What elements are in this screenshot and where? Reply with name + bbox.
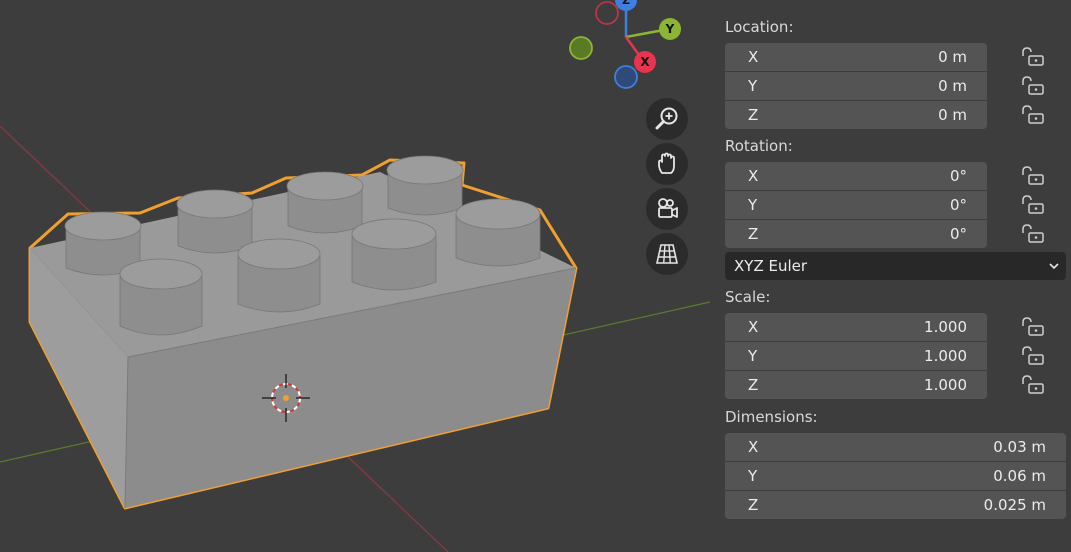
axis-label: X [748,167,759,185]
zoom-icon [655,107,678,130]
dimensions-z-field[interactable]: Z 0.025 m [725,491,1066,519]
axis-label: X [748,438,759,456]
hand-pan-icon [658,152,675,174]
axis-label: X [748,48,759,66]
field-value: 0.025 m [983,496,1046,514]
field-value: 0.03 m [993,438,1046,456]
lock-icon[interactable] [1020,375,1046,395]
rotation-mode-dropdown[interactable]: XYZ Euler [725,252,1066,280]
zoom-button[interactable] [646,98,688,140]
lock-icon[interactable] [1020,224,1046,244]
lock-icon[interactable] [1020,76,1046,96]
axis-label: Y [748,347,758,365]
lock-icon[interactable] [1020,47,1046,67]
pan-button[interactable] [646,143,688,185]
axis-label: Y [748,77,758,95]
rotation-x-field[interactable]: X 0° [725,162,987,190]
lock-icon[interactable] [1020,166,1046,186]
field-value: 0 m [938,106,967,124]
dimensions-label: Dimensions: [725,408,818,426]
scale-y-field[interactable]: Y 1.000 [725,342,987,370]
field-value: 0° [949,167,967,185]
viewport-canvas[interactable]: Z Y X [0,0,710,552]
axis-label: Y [748,196,758,214]
scale-x-field[interactable]: X 1.000 [725,313,987,341]
lock-icon[interactable] [1020,346,1046,366]
gizmo-neg-z-handle[interactable] [614,65,638,89]
gizmo-y-label: Y [665,22,675,36]
location-z-field[interactable]: Z 0 m [725,101,987,129]
field-value: 1.000 [924,318,967,336]
axis-label: Z [748,225,759,243]
transform-panel: Location: X 0 m Y 0 m Z 0 m Rotation: X … [710,0,1071,552]
gizmo-neg-y-handle[interactable] [569,36,593,60]
lock-icon[interactable] [1020,317,1046,337]
lock-icon[interactable] [1020,105,1046,125]
location-x-field[interactable]: X 0 m [725,43,987,71]
dimensions-x-field[interactable]: X 0.03 m [725,433,1066,461]
dimensions-y-field[interactable]: Y 0.06 m [725,462,1066,490]
gizmo-x-label: X [640,55,650,69]
gizmo-neg-x-handle[interactable] [595,1,619,25]
field-value: 0° [949,196,967,214]
chevron-down-icon [1049,263,1059,270]
field-value: 0.06 m [993,467,1046,485]
rotation-y-field[interactable]: Y 0° [725,191,987,219]
location-y-field[interactable]: Y 0 m [725,72,987,100]
axis-label: Z [748,496,759,514]
rotation-z-field[interactable]: Z 0° [725,220,987,248]
camera-view-button[interactable] [646,188,688,230]
scale-label: Scale: [725,288,771,306]
camera-view-icon [658,198,678,218]
3d-viewport[interactable]: Z Y X [0,0,710,552]
axis-label: Z [748,106,759,124]
field-value: 0 m [938,77,967,95]
rotation-label: Rotation: [725,137,793,155]
field-value: 0 m [938,48,967,66]
grid-ortho-icon [656,244,678,264]
location-label: Location: [725,18,794,36]
axis-label: Z [748,376,759,394]
lego-brick-mesh[interactable] [28,155,578,510]
lock-icon[interactable] [1020,195,1046,215]
axis-label: Y [748,467,758,485]
field-value: 1.000 [924,376,967,394]
navigation-gizmo[interactable]: Z Y X [569,0,681,89]
field-value: 0° [949,225,967,243]
axis-label: X [748,318,759,336]
scale-z-field[interactable]: Z 1.000 [725,371,987,399]
gizmo-z-label: Z [622,0,630,7]
rotation-mode-value: XYZ Euler [734,257,808,275]
field-value: 1.000 [924,347,967,365]
ortho-toggle-button[interactable] [646,233,688,275]
